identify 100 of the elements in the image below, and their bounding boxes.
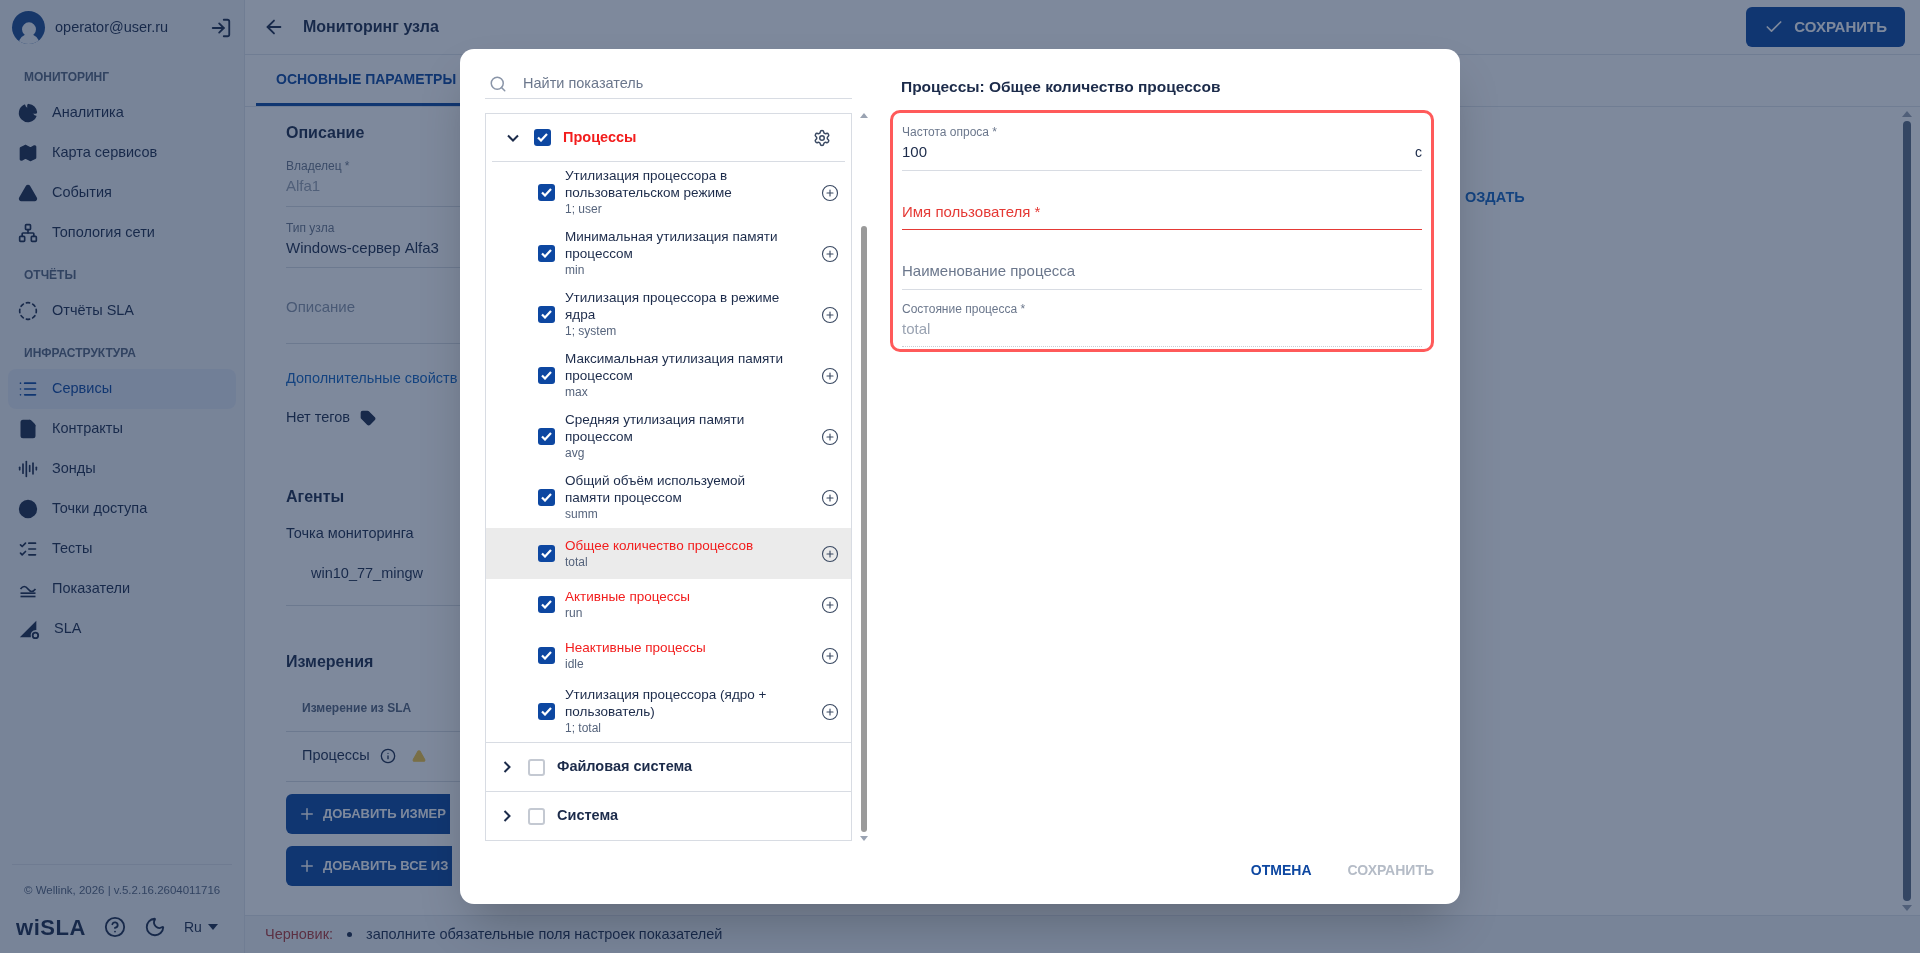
- checkbox[interactable]: [538, 545, 555, 562]
- tree-group-label[interactable]: Система: [557, 805, 837, 827]
- tree-group-label[interactable]: Файловая система: [557, 756, 837, 778]
- metric-code: summ: [565, 506, 598, 523]
- nav-item[interactable]: Зонды: [8, 449, 236, 489]
- section-title: МОНИТОРИНГ: [23, 69, 111, 86]
- search-field[interactable]: Найти показатель: [485, 69, 852, 99]
- add-icon[interactable]: [821, 305, 839, 324]
- version-text: © Wellink, 2026 | v.5.2.16.2604011716: [24, 884, 221, 896]
- nav-item[interactable]: Аналитика: [8, 93, 236, 133]
- text-field[interactable]: Частота опроса * 100 с: [902, 113, 1422, 171]
- tree-item[interactable]: Минимальная утилизация памяти процессом min: [486, 223, 851, 284]
- add-button[interactable]: ДОБАВИТЬ ИЗМЕР: [286, 793, 450, 834]
- nav-item[interactable]: События: [8, 173, 236, 213]
- dialog-button[interactable]: ОТМЕНА: [1244, 853, 1318, 887]
- nav-item[interactable]: Тесты: [8, 529, 236, 569]
- checkbox[interactable]: [538, 703, 555, 720]
- text-field[interactable]: Имя пользователя *: [902, 190, 1422, 231]
- table-cell-text: Процессы: [302, 746, 370, 766]
- metric-code: min: [565, 262, 585, 279]
- add-icon[interactable]: [821, 646, 839, 665]
- tree-item[interactable]: Общий объём используемой памяти процессом summ: [486, 467, 851, 528]
- metric-code: 1; total: [565, 720, 602, 737]
- add-icon[interactable]: [821, 488, 839, 507]
- tree-item[interactable]: Максимальная утилизация памяти процессом max: [486, 345, 851, 406]
- checkbox[interactable]: [538, 367, 555, 384]
- nav-item[interactable]: Контракты: [8, 409, 236, 449]
- metric-name: Активные процессы: [565, 587, 691, 605]
- tree-group-label[interactable]: Процессы: [563, 126, 801, 149]
- list-icon: [18, 379, 38, 399]
- metric-name: Общее количество процессов: [565, 536, 755, 554]
- dashed-ring-icon: [18, 301, 38, 321]
- checkbox[interactable]: [528, 807, 545, 825]
- moon-icon[interactable]: [144, 916, 166, 938]
- section-heading: Агенты: [286, 487, 345, 507]
- save-button[interactable]: СОХРАНИТЬ: [1746, 7, 1905, 47]
- draft-label: Черновик:: [265, 924, 334, 944]
- add-icon[interactable]: [821, 366, 839, 385]
- nav-item[interactable]: Топология сети: [8, 213, 236, 253]
- checkbox[interactable]: [538, 306, 555, 323]
- warning-icon: [411, 749, 426, 764]
- tree-item[interactable]: Утилизация процессора (ядро + пользователь) 1; total: [486, 681, 851, 742]
- nav-item[interactable]: Отчёты SLA: [8, 291, 236, 331]
- scrollbar-thumb[interactable]: [1903, 121, 1911, 901]
- tree-item[interactable]: Активные процессы run: [486, 579, 851, 630]
- metric-code: run: [565, 604, 583, 622]
- add-icon[interactable]: [821, 702, 839, 721]
- nav-item[interactable]: Карта сервисов: [8, 133, 236, 173]
- checkbox[interactable]: [538, 428, 555, 445]
- tree-item[interactable]: Утилизация процессора в пользовательском режиме 1; user: [486, 162, 851, 223]
- nav-item[interactable]: Сервисы: [8, 369, 236, 409]
- checkbox[interactable]: [538, 245, 555, 262]
- network-icon: [18, 223, 38, 243]
- logo: wiSLA: [16, 913, 86, 942]
- metric-name: Неактивные процессы: [565, 638, 707, 656]
- metric-code: 1; system: [565, 323, 617, 340]
- settings-icon[interactable]: [813, 128, 831, 147]
- warning-icon: [18, 183, 38, 203]
- tag-icon[interactable]: [360, 410, 376, 427]
- checkbox[interactable]: [538, 184, 555, 201]
- nav-item[interactable]: Точки доступа: [8, 489, 236, 529]
- add-icon[interactable]: [821, 244, 839, 263]
- section-heading: Измерения: [286, 651, 374, 672]
- metric-code: max: [565, 384, 588, 401]
- add-icon[interactable]: [821, 595, 839, 614]
- properties-link[interactable]: Дополнительные свойств: [286, 367, 458, 390]
- logout-icon[interactable]: [210, 16, 232, 39]
- tree-item[interactable]: Неактивные процессы idle: [486, 630, 851, 681]
- add-icon[interactable]: [821, 183, 839, 202]
- info-icon[interactable]: [379, 748, 396, 765]
- metric-name: Утилизация процессора в пользовательском режиме: [565, 167, 733, 201]
- checkbox[interactable]: [534, 129, 551, 146]
- create-link[interactable]: ОЗДАТЬ: [1465, 189, 1525, 205]
- scrollbar-thumb[interactable]: [861, 226, 867, 832]
- tree-item[interactable]: Средняя утилизация памяти процессом avg: [486, 406, 851, 467]
- section-title: ИНФРАСТРУКТУРА: [23, 345, 137, 362]
- metric-code: total: [565, 553, 588, 571]
- chevron-right-icon[interactable]: [503, 761, 511, 773]
- language-select[interactable]: Ru: [184, 916, 218, 938]
- tree-item[interactable]: Общее количество процессов total: [486, 528, 851, 579]
- nav-item[interactable]: SLA: [8, 609, 236, 649]
- text-field[interactable]: Наименование процесса: [902, 250, 1422, 290]
- check-icon: [541, 310, 552, 319]
- chevron-down-icon[interactable]: [507, 133, 519, 142]
- checkbox[interactable]: [538, 647, 555, 664]
- tree-item[interactable]: Утилизация процессора в режиме ядра 1; system: [486, 284, 851, 345]
- add-icon[interactable]: [821, 427, 839, 446]
- checkbox[interactable]: [538, 489, 555, 506]
- checkbox[interactable]: [538, 596, 555, 613]
- chevron-right-icon[interactable]: [503, 810, 511, 822]
- section-title: ОТЧЁТЫ: [23, 267, 78, 284]
- metric-name: Общий объём используемой памяти процессом: [565, 472, 747, 506]
- metric-code: avg: [565, 445, 585, 462]
- help-icon[interactable]: [104, 916, 126, 938]
- add-button[interactable]: ДОБАВИТЬ ВСЕ ИЗ: [286, 845, 453, 886]
- add-icon[interactable]: [821, 544, 839, 563]
- column-header: Измерение из SLA: [302, 700, 412, 718]
- checkbox[interactable]: [528, 758, 545, 776]
- nav-item[interactable]: Показатели: [8, 569, 236, 609]
- avatar-icon: [12, 11, 45, 44]
